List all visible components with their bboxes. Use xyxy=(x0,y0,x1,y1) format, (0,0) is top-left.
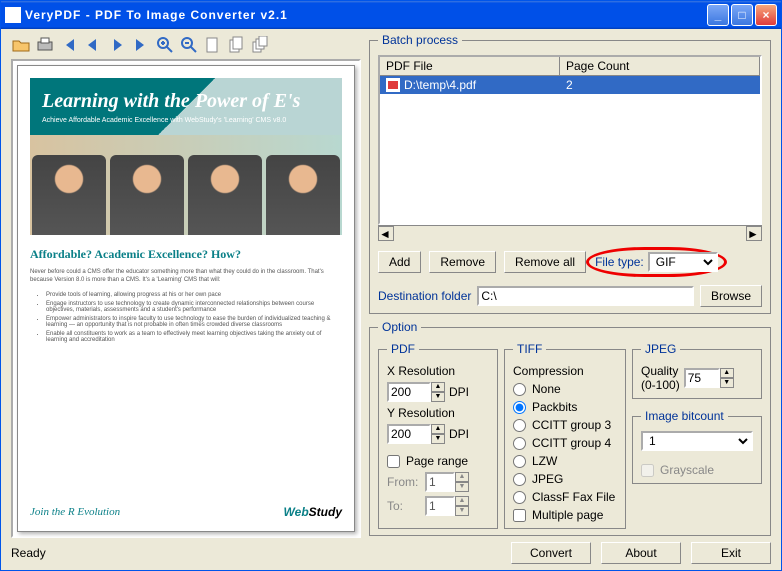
option-legend: Option xyxy=(378,320,421,334)
grayscale-check xyxy=(641,464,654,477)
new-page-icon[interactable] xyxy=(203,35,223,55)
title-bar: VeryPDF - PDF To Image Converter v2.1 _ … xyxy=(1,1,781,29)
quality-label: Quality (0-100) xyxy=(641,364,680,392)
comp-lzw-radio[interactable] xyxy=(513,455,526,468)
zoom-out-icon[interactable] xyxy=(179,35,199,55)
x-res-input[interactable] xyxy=(387,382,431,402)
add-button[interactable]: Add xyxy=(378,251,421,273)
quality-input[interactable] xyxy=(684,368,720,388)
preview-bullet: Empower administrators to inspire facult… xyxy=(46,316,342,328)
preview-bullet: Enable all constituents to work as a tea… xyxy=(46,331,342,343)
toolbar xyxy=(11,33,361,59)
comp-ccitt4-radio[interactable] xyxy=(513,437,526,450)
page-from-input xyxy=(425,472,455,492)
bitcount-select[interactable]: 1 xyxy=(641,431,753,451)
first-page-icon[interactable] xyxy=(59,35,79,55)
page-range-label: Page range xyxy=(406,454,468,468)
jpeg-group: JPEG Quality (0-100) ▲▼ xyxy=(632,342,762,399)
file-type-highlight: File type: GIF xyxy=(586,247,727,277)
print-icon[interactable] xyxy=(35,35,55,55)
convert-button[interactable]: Convert xyxy=(511,542,591,564)
about-button[interactable]: About xyxy=(601,542,681,564)
compression-label: Compression xyxy=(513,364,617,378)
prev-page-icon[interactable] xyxy=(83,35,103,55)
page-range-check[interactable] xyxy=(387,455,400,468)
preview-pane: Learning with the Power of E's Achieve A… xyxy=(11,59,361,538)
maximize-button[interactable]: □ xyxy=(731,4,753,26)
spin-up-icon[interactable]: ▲ xyxy=(720,368,734,378)
option-group: Option PDF X Resolution ▲▼ DPI Y Resolut… xyxy=(369,320,771,536)
file-path: D:\temp\4.pdf xyxy=(404,78,476,92)
spin-down-icon[interactable]: ▼ xyxy=(431,392,445,402)
col-pdf-file[interactable]: PDF File xyxy=(380,57,560,75)
dest-folder-label: Destination folder xyxy=(378,289,471,303)
pages-icon[interactable] xyxy=(251,35,271,55)
window-title: VeryPDF - PDF To Image Converter v2.1 xyxy=(25,8,707,22)
horizontal-scrollbar[interactable]: ◄► xyxy=(378,225,762,241)
preview-bullet: Engage instructors to use technology to … xyxy=(46,301,342,313)
file-page-count: 2 xyxy=(560,76,760,94)
multipage-check[interactable] xyxy=(513,509,526,522)
file-row[interactable]: D:\temp\4.pdf 2 xyxy=(380,76,760,94)
spin-down-icon[interactable]: ▼ xyxy=(431,434,445,444)
preview-body: Never before could a CMS offer the educa… xyxy=(30,268,342,285)
bitcount-group: Image bitcount 1 Grayscale xyxy=(632,409,762,484)
spin-down-icon[interactable]: ▼ xyxy=(720,378,734,388)
comp-none-radio[interactable] xyxy=(513,383,526,396)
app-icon xyxy=(5,7,21,23)
preview-hero-title: Learning with the Power of E's xyxy=(42,90,330,113)
dest-folder-input[interactable] xyxy=(477,286,694,306)
spin-up-icon[interactable]: ▲ xyxy=(431,382,445,392)
pdf-icon xyxy=(386,78,400,92)
status-text: Ready xyxy=(11,546,501,560)
y-res-input[interactable] xyxy=(387,424,431,444)
pdf-group: PDF X Resolution ▲▼ DPI Y Resolution ▲▼ … xyxy=(378,342,498,529)
exit-button[interactable]: Exit xyxy=(691,542,771,564)
page-to-input xyxy=(425,496,455,516)
x-res-label: X Resolution xyxy=(387,364,489,378)
col-page-count[interactable]: Page Count xyxy=(560,57,760,75)
spin-up-icon[interactable]: ▲ xyxy=(431,424,445,434)
comp-packbits-radio[interactable] xyxy=(513,401,526,414)
batch-legend: Batch process xyxy=(378,33,462,47)
preview-h2: Affordable? Academic Excellence? How? xyxy=(30,247,342,262)
file-list[interactable]: PDF File Page Count D:\temp\4.pdf 2 xyxy=(378,55,762,225)
comp-jpeg-radio[interactable] xyxy=(513,473,526,486)
open-icon[interactable] xyxy=(11,35,31,55)
comp-fax-radio[interactable] xyxy=(513,491,526,504)
batch-process-group: Batch process PDF File Page Count D:\tem… xyxy=(369,33,771,314)
preview-slogan: Join the R Evolution xyxy=(30,506,120,518)
next-page-icon[interactable] xyxy=(107,35,127,55)
remove-button[interactable]: Remove xyxy=(429,251,496,273)
browse-button[interactable]: Browse xyxy=(700,285,762,307)
y-res-label: Y Resolution xyxy=(387,406,489,420)
preview-bullet: Provide tools of learning, allowing prog… xyxy=(46,292,342,298)
remove-all-button[interactable]: Remove all xyxy=(504,251,586,273)
file-type-label: File type: xyxy=(595,255,644,269)
close-button[interactable]: × xyxy=(755,4,777,26)
preview-logo: WebStudy xyxy=(284,505,342,519)
last-page-icon[interactable] xyxy=(131,35,151,55)
copy-page-icon[interactable] xyxy=(227,35,247,55)
pdf-page-preview: Learning with the Power of E's Achieve A… xyxy=(17,65,355,532)
preview-hero-sub: Achieve Affordable Academic Excellence w… xyxy=(42,117,330,124)
comp-ccitt3-radio[interactable] xyxy=(513,419,526,432)
file-type-select[interactable]: GIF xyxy=(648,252,718,272)
tiff-group: TIFF Compression None Packbits CCITT gro… xyxy=(504,342,626,529)
minimize-button[interactable]: _ xyxy=(707,4,729,26)
zoom-in-icon[interactable] xyxy=(155,35,175,55)
